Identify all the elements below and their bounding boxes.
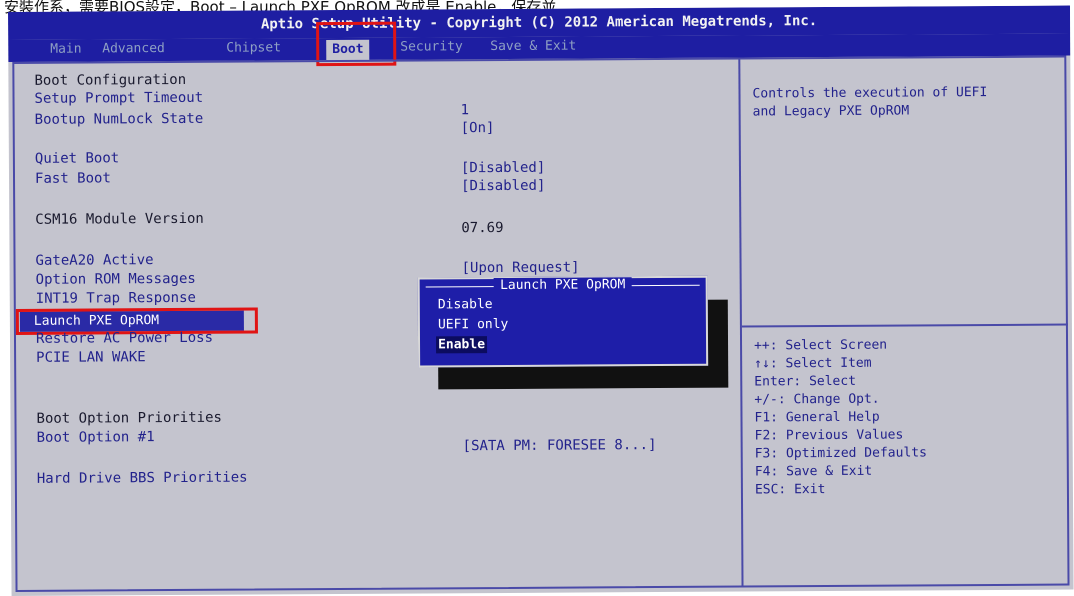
key-general-help: F1: General Help — [754, 409, 880, 426]
bios-screen: Aptio Setup Utility - Copyright (C) 2012… — [8, 5, 1074, 596]
help-description-line1: Controls the execution of UEFI — [752, 85, 988, 102]
hdd-bbs-priorities[interactable]: Hard Drive BBS Priorities — [37, 469, 248, 488]
boot-configuration-heading: Boot Configuration — [34, 71, 187, 89]
key-previous-values: F2: Previous Values — [754, 427, 904, 444]
popup-option-disable[interactable]: Disable — [438, 296, 493, 313]
key-optimized-defaults: F3: Optimized Defaults — [754, 445, 927, 462]
launch-pxe-popup: Launch PXE OpROM Disable UEFI only Enabl… — [417, 275, 709, 368]
bootup-numlock-value[interactable]: [On] — [461, 119, 495, 137]
setup-prompt-timeout-value[interactable]: 1 — [461, 101, 470, 119]
popup-title-text: Launch PXE OpROM — [494, 277, 632, 294]
option-rom-messages-label[interactable]: Option ROM Messages — [36, 270, 196, 289]
bootup-numlock-label[interactable]: Bootup NumLock State — [35, 110, 204, 129]
boot-option-priorities-heading: Boot Option Priorities — [36, 409, 222, 427]
boot-option-1-label[interactable]: Boot Option #1 — [37, 428, 155, 447]
restore-ac-label[interactable]: Restore AC Power Loss — [36, 329, 213, 348]
pcie-lan-wake-label[interactable]: PCIE LAN WAKE — [36, 348, 146, 367]
key-enter-select: Enter: Select — [754, 373, 857, 390]
popup-option-enable[interactable]: Enable — [435, 336, 488, 354]
csm16-value: 07.69 — [461, 219, 504, 237]
popup-title: Launch PXE OpROM — [420, 277, 706, 295]
key-select-item: ↑↓: Select Item — [754, 355, 872, 372]
tab-chipset[interactable]: Chipset — [226, 40, 281, 55]
help-description-line2: and Legacy PXE OpROM — [752, 103, 910, 120]
tab-main[interactable]: Main — [50, 42, 81, 57]
boot-option-1-value[interactable]: [SATA PM: FORESEE 8...] — [463, 436, 657, 455]
quiet-boot-value[interactable]: [Disabled] — [461, 159, 545, 178]
fast-boot-label[interactable]: Fast Boot — [35, 169, 111, 187]
quiet-boot-label[interactable]: Quiet Boot — [35, 149, 119, 168]
popup-option-uefi-only[interactable]: UEFI only — [438, 316, 509, 333]
tab-security[interactable]: Security — [400, 39, 463, 54]
key-select-screen: ++: Select Screen — [754, 337, 888, 354]
int19-label[interactable]: INT19 Trap Response — [36, 289, 196, 308]
gatea20-value[interactable]: [Upon Request] — [462, 259, 580, 278]
setup-prompt-timeout-label[interactable]: Setup Prompt Timeout — [34, 89, 203, 108]
csm16-label: CSM16 Module Version — [35, 210, 204, 228]
fast-boot-value[interactable]: [Disabled] — [461, 177, 545, 196]
gatea20-label[interactable]: GateA20 Active — [35, 251, 153, 270]
key-change-opt: +/-: Change Opt. — [754, 391, 880, 408]
tab-advanced[interactable]: Advanced — [102, 41, 165, 56]
tab-save-exit[interactable]: Save & Exit — [490, 39, 576, 55]
key-save-exit: F4: Save & Exit — [754, 463, 873, 480]
key-esc-exit: ESC: Exit — [754, 482, 826, 498]
